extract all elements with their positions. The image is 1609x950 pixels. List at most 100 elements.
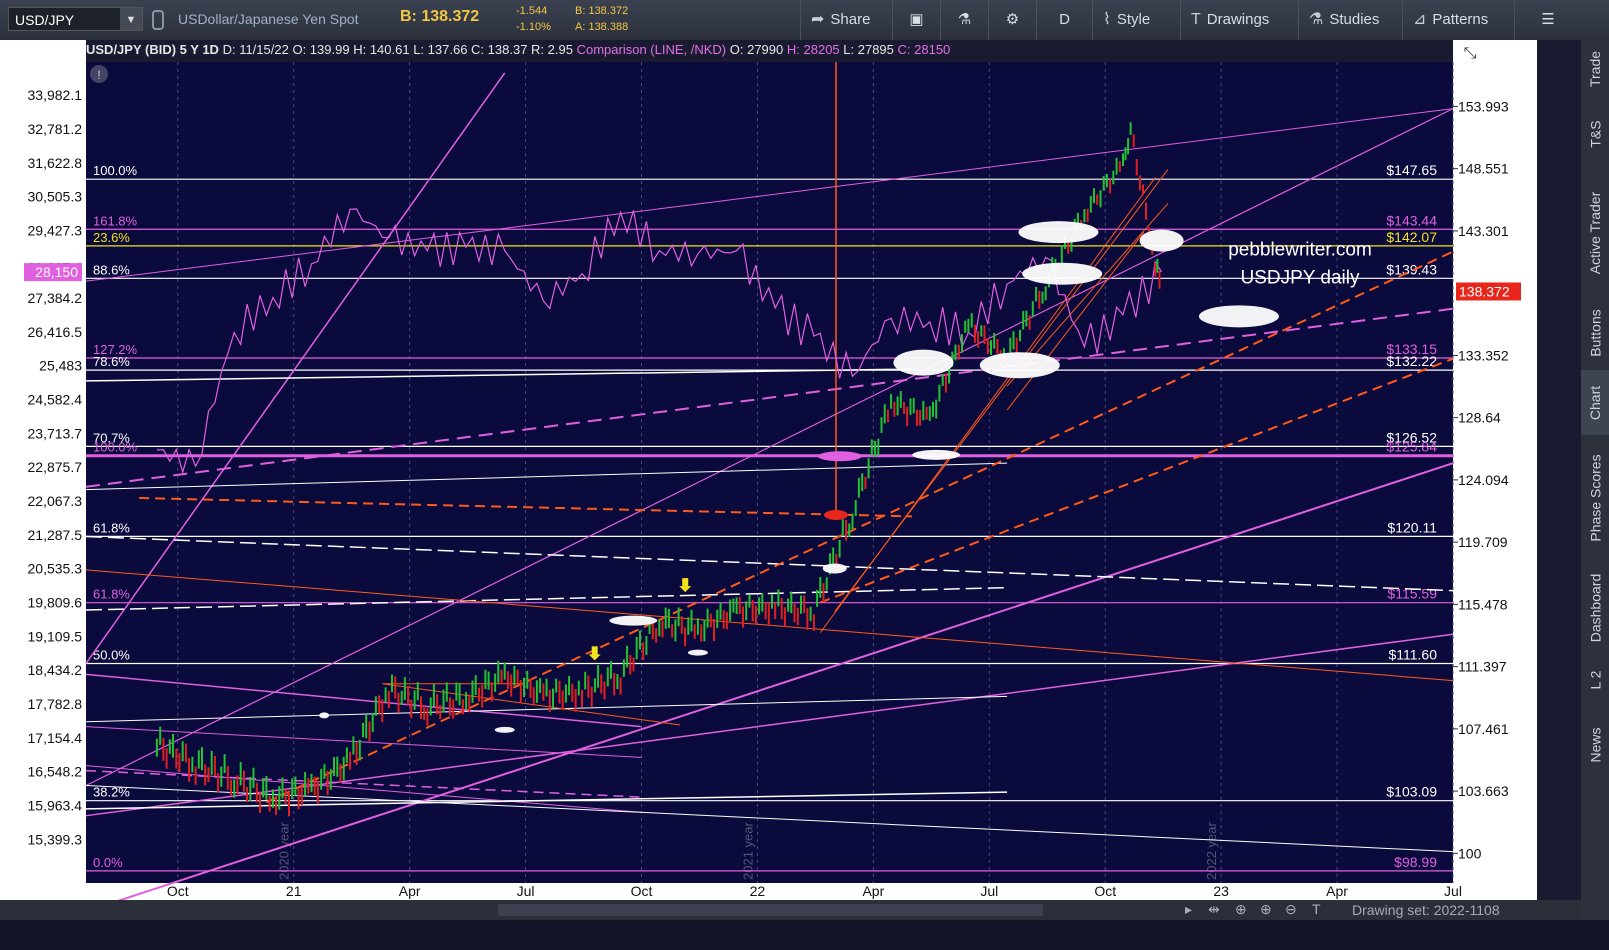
x-tick-label: Oct (167, 883, 189, 899)
highlight-marker (1018, 221, 1099, 244)
patterns-icon: ⊿ (1413, 11, 1427, 28)
x-tick-label: Oct (1094, 883, 1116, 899)
chart-area[interactable]: Oct 21 Apr Jul Oct 22 Apr Jul Oct 23 Apr Jul 2020 ye… (0, 40, 1581, 900)
style-icon: ⌇ (1103, 11, 1111, 28)
y-left-tick-label: 25,483 (39, 358, 82, 374)
change-absolute: -1.544 (516, 5, 548, 17)
crosshair-icon[interactable]: ⊕ (1235, 901, 1247, 918)
side-tab-chart[interactable]: Chart (1581, 370, 1609, 435)
y-right-tick-label: 115.478 (1458, 596, 1508, 612)
style-button[interactable]: ⌇ Style (1092, 0, 1180, 40)
info-range: R: 2.95 (531, 42, 573, 57)
change-percent: -1.10% (516, 21, 551, 33)
side-tab-phase-scores[interactable]: Phase Scores (1581, 435, 1609, 560)
y-left-tick-label: 26,416.5 (28, 324, 83, 340)
y-left-tick-label: 22,067.3 (28, 493, 83, 509)
y-left-tick-label: 18,434.2 (28, 662, 83, 678)
comparison-label: Comparison (LINE, /NKD) (576, 42, 727, 57)
side-tab-active-trader[interactable]: Active Trader (1581, 170, 1609, 295)
x-tick-label: Jul (517, 883, 535, 899)
patterns-button[interactable]: ⊿ Patterns (1402, 0, 1514, 40)
x-axis-panel (0, 883, 1537, 900)
y-left-tick-label: 17,782.8 (28, 696, 83, 712)
y-left-tick-label: 30,505.3 (28, 189, 83, 205)
info-high: H: 140.61 (353, 42, 410, 57)
price-chart[interactable]: Oct 21 Apr Jul Oct 22 Apr Jul Oct 23 Apr Jul2020 ye… (0, 40, 1581, 900)
bid-small: B: 138.372 (575, 5, 629, 17)
fib-level-label: 100.0% (93, 163, 138, 178)
y-right-tick-label: 124.094 (1458, 472, 1509, 488)
y-left-tick-label: 16,548.2 (28, 764, 83, 780)
y-left-tick-label: 23,713.7 (28, 425, 83, 441)
info-date: D: 11/15/22 (222, 42, 289, 57)
y-left-tick-label: 22,875.7 (28, 459, 83, 475)
symbol-selector[interactable]: USD/JPY ▼ (8, 7, 143, 31)
y-right-tick-label: 103.663 (1458, 783, 1509, 799)
y-left-tick-label: 15,399.3 (28, 831, 83, 847)
price-level-label: $143.44 (1386, 212, 1437, 228)
horizontal-scrollbar[interactable] (498, 904, 1043, 916)
x-tick-label: Jul (1444, 883, 1462, 899)
info-close: C: 138.37 (471, 42, 528, 57)
fit-icon[interactable]: ⇹ (1208, 901, 1220, 918)
scroll-right-icon[interactable]: ▸ (1185, 901, 1192, 918)
side-tab-buttons[interactable]: Buttons (1581, 295, 1609, 370)
info-open: O: 139.99 (292, 42, 350, 57)
y-left-tick-label: 20,535.3 (28, 561, 83, 577)
ask-small: A: 138.388 (575, 21, 629, 33)
chevron-down-icon[interactable]: ▼ (120, 8, 142, 30)
y-right-tick-label: 111.397 (1458, 659, 1507, 675)
gear-icon: ⚙ (1005, 11, 1020, 28)
y-left-tick-label: 29,427.3 (28, 222, 83, 238)
x-tick-label: Jul (980, 883, 998, 899)
side-tab-dashboard[interactable]: Dashboard (1581, 560, 1609, 655)
x-tick-label: Oct (631, 883, 653, 899)
fib-level-label: 0.0% (93, 855, 123, 870)
symbol-text: USD/JPY (15, 12, 75, 28)
link-icon[interactable] (152, 10, 164, 30)
y-left-tick-label: 17,154.4 (28, 730, 83, 746)
settings-button[interactable]: ⚙ (988, 0, 1036, 40)
highlight-marker (822, 563, 847, 574)
price-level-label: $111.60 (1388, 646, 1437, 662)
drawing-set-label: Drawing set: 2022-1108 (1352, 902, 1500, 918)
y-left-tick-label: 27,384.2 (28, 290, 83, 306)
symbol-description: USDollar/Japanese Yen Spot (178, 11, 359, 27)
highlight-marker (912, 449, 961, 460)
studies-button[interactable]: ⚗ Studies (1298, 0, 1402, 40)
y-left-tick-label: 24,582.4 (28, 392, 83, 408)
zoom-out-icon[interactable]: ⊖ (1285, 901, 1297, 918)
share-icon: ➦ (811, 11, 825, 28)
highlight-marker (1198, 305, 1279, 328)
fib-level-label: 88.6% (93, 262, 130, 277)
watermark-title: USDJPY daily (1241, 268, 1360, 289)
side-tab-t-s[interactable]: T&S (1581, 98, 1609, 170)
text-icon: T (1191, 11, 1201, 28)
y-right-tick-label: 107.461 (1458, 721, 1509, 737)
zoom-in-icon[interactable]: ⊕ (1260, 901, 1272, 918)
y-right-tick-label: 133.352 (1458, 347, 1509, 363)
side-tab-l-2[interactable]: L 2 (1581, 655, 1609, 705)
snapshot-button[interactable]: ▣ (892, 0, 940, 40)
plot-background (86, 62, 1453, 883)
highlight-marker (687, 649, 708, 656)
side-tab-news[interactable]: News (1581, 705, 1609, 785)
share-button[interactable]: ➦ Share (800, 0, 892, 40)
collapse-icon: ⤡ (1464, 45, 1477, 62)
side-tab-trade[interactable]: Trade (1581, 40, 1609, 98)
menu-button[interactable]: ☰ (1514, 0, 1581, 40)
highlight-marker (1022, 262, 1103, 285)
drawings-button[interactable]: T Drawings (1180, 0, 1298, 40)
x-tick-label: 21 (286, 883, 302, 899)
side-tab-bar: Trade T&S Active Trader Buttons Chart Phase S… (1580, 40, 1609, 920)
highlight-marker (319, 712, 330, 719)
flask-button[interactable]: ⚗ (940, 0, 988, 40)
text-tool-icon[interactable]: T (1312, 901, 1321, 917)
highlight-marker (1139, 229, 1184, 252)
price-level-label: $103.09 (1386, 784, 1437, 800)
highlight-marker (494, 726, 515, 733)
event-marker (817, 451, 862, 462)
price-level-label: $139.43 (1386, 261, 1437, 277)
period-button[interactable]: D (1036, 0, 1092, 40)
current-price-label: 138.372 (1459, 283, 1510, 299)
